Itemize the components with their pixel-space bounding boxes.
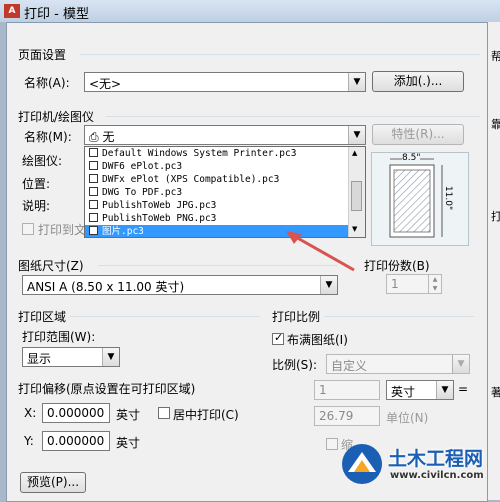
- watermark-logo-icon: [342, 444, 382, 484]
- offset-y-unit: 英寸: [116, 436, 141, 450]
- offset-x-input[interactable]: 0.000000: [42, 403, 110, 423]
- scroll-up-icon[interactable]: ▲: [352, 149, 357, 157]
- offset-x-label: X:: [24, 406, 37, 420]
- page-setup-name-label: 名称(A):: [24, 76, 70, 90]
- chevron-down-icon: ▼: [452, 355, 469, 373]
- page-setup-add-button[interactable]: 添加(.)...: [372, 71, 464, 92]
- plot-scale-group-label: 打印比例: [272, 310, 321, 324]
- printer-icon: [89, 187, 98, 196]
- window-title: 打印 - 模型: [24, 7, 89, 22]
- center-plot-label: 居中打印(C): [173, 408, 239, 422]
- autocad-app-icon: A: [4, 4, 20, 18]
- plot-scale-divider: [324, 316, 474, 317]
- printer-name-label: 名称(M):: [24, 130, 72, 144]
- right-strip-text: 帮: [491, 50, 500, 63]
- page-setup-group-label: 页面设置: [18, 48, 67, 62]
- scale-value1-input[interactable]: 1: [314, 380, 380, 400]
- page-setup-name-select[interactable]: <无> ▼: [84, 72, 366, 92]
- page-setup-divider: [80, 54, 480, 55]
- fit-to-paper-checkbox[interactable]: ✓: [272, 331, 284, 345]
- copies-input[interactable]: 1 ▲ ▼: [386, 274, 442, 294]
- offset-x-unit: 英寸: [116, 408, 141, 422]
- spin-arrows-icon: ▲ ▼: [428, 275, 441, 293]
- plotter-label: 绘图仪:: [22, 154, 63, 168]
- preview-button[interactable]: 预览(P)...: [20, 472, 86, 493]
- preview-width-label: 8.5": [402, 153, 421, 163]
- location-label: 位置:: [22, 177, 51, 191]
- right-strip: [488, 22, 500, 500]
- printer-name-value: 无: [102, 130, 115, 144]
- printer-icon: [89, 200, 98, 209]
- paper-size-select[interactable]: ANSI A (8.50 x 11.00 英寸) ▼: [22, 275, 338, 295]
- scale-value2-input[interactable]: 26.79: [314, 406, 380, 426]
- print-to-file-checkbox[interactable]: [22, 223, 34, 235]
- scale-value2: 26.79: [319, 409, 354, 423]
- chevron-down-icon: ▼: [348, 73, 365, 91]
- plot-area-group-label: 打印区域: [18, 310, 67, 324]
- offset-y-label: Y:: [24, 434, 34, 448]
- preview-height-label: 11.0": [443, 185, 454, 211]
- printer-icon: [89, 174, 98, 183]
- paper-size-group-label: 图纸尺寸(Z): [18, 259, 84, 273]
- annotation-arrow-icon: [286, 231, 355, 272]
- printer-icon: [89, 226, 98, 235]
- paper-preview: 8.5" 11.0": [371, 152, 469, 246]
- dropdown-item[interactable]: DWG To PDF.pc3: [85, 186, 349, 199]
- dropdown-item[interactable]: DWF6 ePlot.pc3: [85, 160, 349, 173]
- paper-size-value: ANSI A (8.50 x 11.00 英寸): [27, 280, 185, 294]
- printer-properties-button[interactable]: 特性(R)...: [372, 124, 464, 145]
- plot-area-divider: [70, 316, 260, 317]
- printer-icon: [89, 213, 98, 222]
- dropdown-item[interactable]: DWFx ePlot (XPS Compatible).pc3: [85, 173, 349, 186]
- scale-select[interactable]: 自定义 ▼: [326, 354, 470, 374]
- offset-y-input[interactable]: 0.000000: [42, 431, 110, 451]
- watermark-name: 土木工程网: [388, 448, 484, 470]
- scale-label: 比例(S):: [272, 358, 318, 372]
- scale-unit-select[interactable]: 英寸 ▼: [386, 380, 454, 400]
- scale-unit-value: 英寸: [391, 385, 416, 399]
- plot-range-label: 打印范围(W):: [22, 330, 96, 344]
- dropdown-scrollbar[interactable]: ▲ ▼: [348, 147, 365, 237]
- plot-offset-group-label: 打印偏移(原点设置在可打印区域): [18, 382, 196, 396]
- printer-divider: [106, 116, 480, 117]
- scale-value: 自定义: [331, 359, 368, 373]
- printer-dropdown-list: Default Windows System Printer.pc3 DWF6 …: [84, 146, 366, 238]
- plot-range-select[interactable]: 显示 ▼: [22, 347, 120, 367]
- right-strip-text: 打: [491, 210, 500, 223]
- scale-unit-label: 单位(N): [386, 411, 429, 425]
- page-setup-name-value: <无>: [89, 77, 122, 91]
- copies-label: 打印份数(B): [364, 259, 430, 273]
- chevron-down-icon: ▼: [320, 276, 337, 294]
- printer-icon: ⎙: [89, 130, 99, 144]
- printer-icon: [89, 161, 98, 170]
- print-to-file-label: 打印到文: [38, 223, 87, 237]
- scrollbar-thumb[interactable]: [351, 181, 362, 211]
- right-strip-text: 靠: [491, 118, 500, 131]
- watermark-url: www.civilcn.com: [390, 470, 484, 481]
- dropdown-item[interactable]: Default Windows System Printer.pc3: [85, 147, 349, 160]
- copies-value: 1: [391, 277, 399, 291]
- description-label: 说明:: [22, 199, 51, 213]
- center-plot-checkbox[interactable]: [158, 407, 170, 419]
- fit-to-paper-label: 布满图纸(I): [287, 333, 348, 347]
- dropdown-item[interactable]: PublishToWeb JPG.pc3: [85, 199, 349, 212]
- dropdown-item[interactable]: PublishToWeb PNG.pc3: [85, 212, 349, 225]
- chevron-down-icon: ▼: [102, 348, 119, 366]
- scale-value1: 1: [319, 383, 327, 397]
- equals-sign: =: [458, 382, 469, 396]
- checkmark-icon: ✓: [274, 331, 284, 344]
- scale-lineweights-checkbox[interactable]: [326, 438, 338, 450]
- paper-preview-graphic: [389, 158, 443, 238]
- plot-range-value: 显示: [27, 352, 52, 366]
- printer-name-select[interactable]: ⎙ 无 ▼: [84, 125, 366, 145]
- right-strip-text: 著: [491, 386, 500, 399]
- chevron-down-icon: ▼: [436, 381, 453, 399]
- offset-y-value: 0.000000: [47, 434, 105, 448]
- chevron-down-icon: ▼: [348, 126, 365, 144]
- printer-icon: [89, 148, 98, 157]
- watermark-logo: 土木工程网 www.civilcn.com: [340, 440, 496, 490]
- offset-x-value: 0.000000: [47, 406, 105, 420]
- printer-group-label: 打印机/绘图仪: [18, 110, 95, 124]
